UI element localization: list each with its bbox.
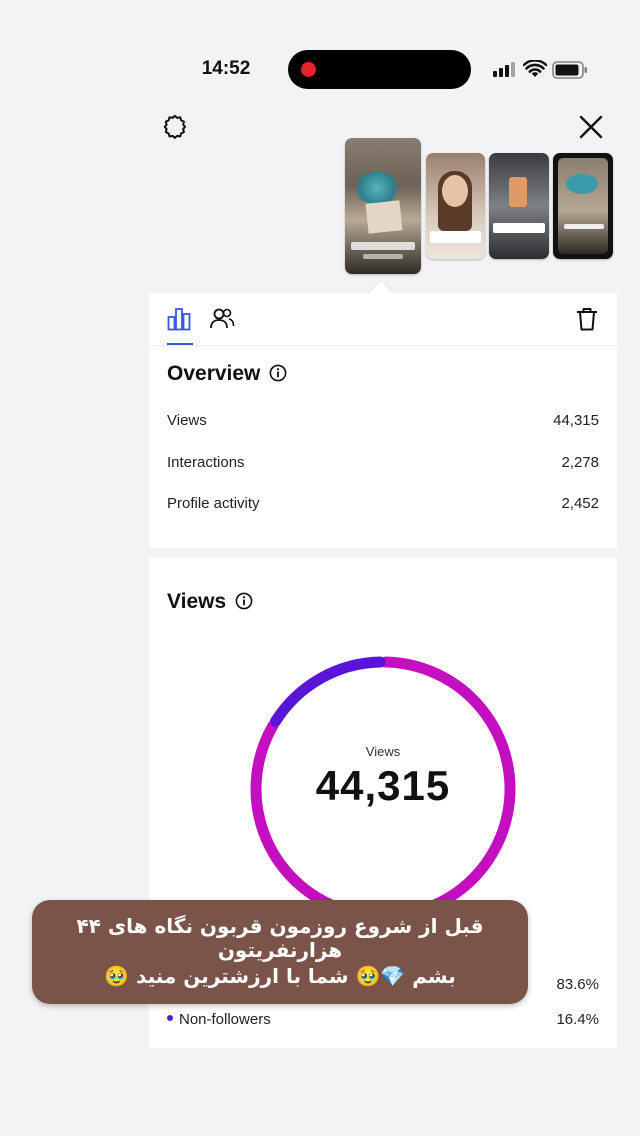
story-thumbnail-3[interactable] — [489, 153, 549, 259]
row-value: 2,278 — [561, 454, 599, 471]
gear-icon[interactable] — [162, 114, 188, 140]
status-time: 14:52 — [201, 58, 251, 79]
dynamic-island — [288, 50, 471, 89]
recording-indicator — [301, 62, 316, 77]
story-thumbnail-selected[interactable] — [345, 138, 421, 274]
row-value: 44,315 — [553, 412, 599, 429]
row-label: Profile activity — [167, 495, 260, 512]
donut-segment-non-followers — [270, 656, 386, 727]
non-followers-label: Non-followers — [179, 1011, 271, 1028]
story-thumbnail-2[interactable] — [426, 153, 485, 259]
story-thumbnail-4[interactable] — [553, 153, 613, 259]
row-value: 2,452 — [561, 495, 599, 512]
close-icon[interactable] — [578, 114, 604, 140]
donut-center-label: Views — [365, 744, 401, 759]
story-caption-overlay: قبل از شروع روزمون قربون نگاه های ۴۴ هزا… — [32, 900, 528, 1004]
overview-row-views[interactable]: Views 44,315 — [167, 412, 599, 429]
overview-title: Overview — [167, 362, 261, 385]
donut-center-value: 44,315 — [315, 762, 451, 809]
caption-line-1: قبل از شروع روزمون قربون نگاه های ۴۴ هزا… — [76, 914, 484, 962]
tab-divider — [149, 345, 617, 346]
views-title: Views — [167, 590, 227, 613]
cellular-signal-icon — [493, 62, 517, 77]
overview-panel: Overview Views 44,315 Interactions 2,278… — [149, 293, 617, 548]
wifi-icon — [523, 60, 547, 77]
people-icon[interactable] — [209, 307, 235, 331]
legend-dot — [167, 1015, 173, 1022]
info-icon[interactable] — [269, 364, 287, 382]
row-label: Interactions — [167, 454, 245, 471]
followers-percent: 83.6% — [556, 976, 599, 993]
row-label: Views — [167, 412, 207, 429]
bar-chart-icon[interactable] — [167, 307, 191, 331]
info-icon[interactable] — [235, 592, 253, 610]
overview-row-interactions[interactable]: Interactions 2,278 — [167, 454, 599, 471]
battery-icon — [552, 61, 587, 79]
legend-non-followers: Non-followers 16.4% — [167, 1011, 599, 1028]
overview-row-profile-activity[interactable]: Profile activity 2,452 — [167, 495, 599, 512]
caption-line-2: بشم 💎🥹 شما با ارزشترین منید 🥹 — [104, 964, 456, 988]
trash-icon[interactable] — [576, 307, 598, 331]
non-followers-percent: 16.4% — [556, 1011, 599, 1028]
